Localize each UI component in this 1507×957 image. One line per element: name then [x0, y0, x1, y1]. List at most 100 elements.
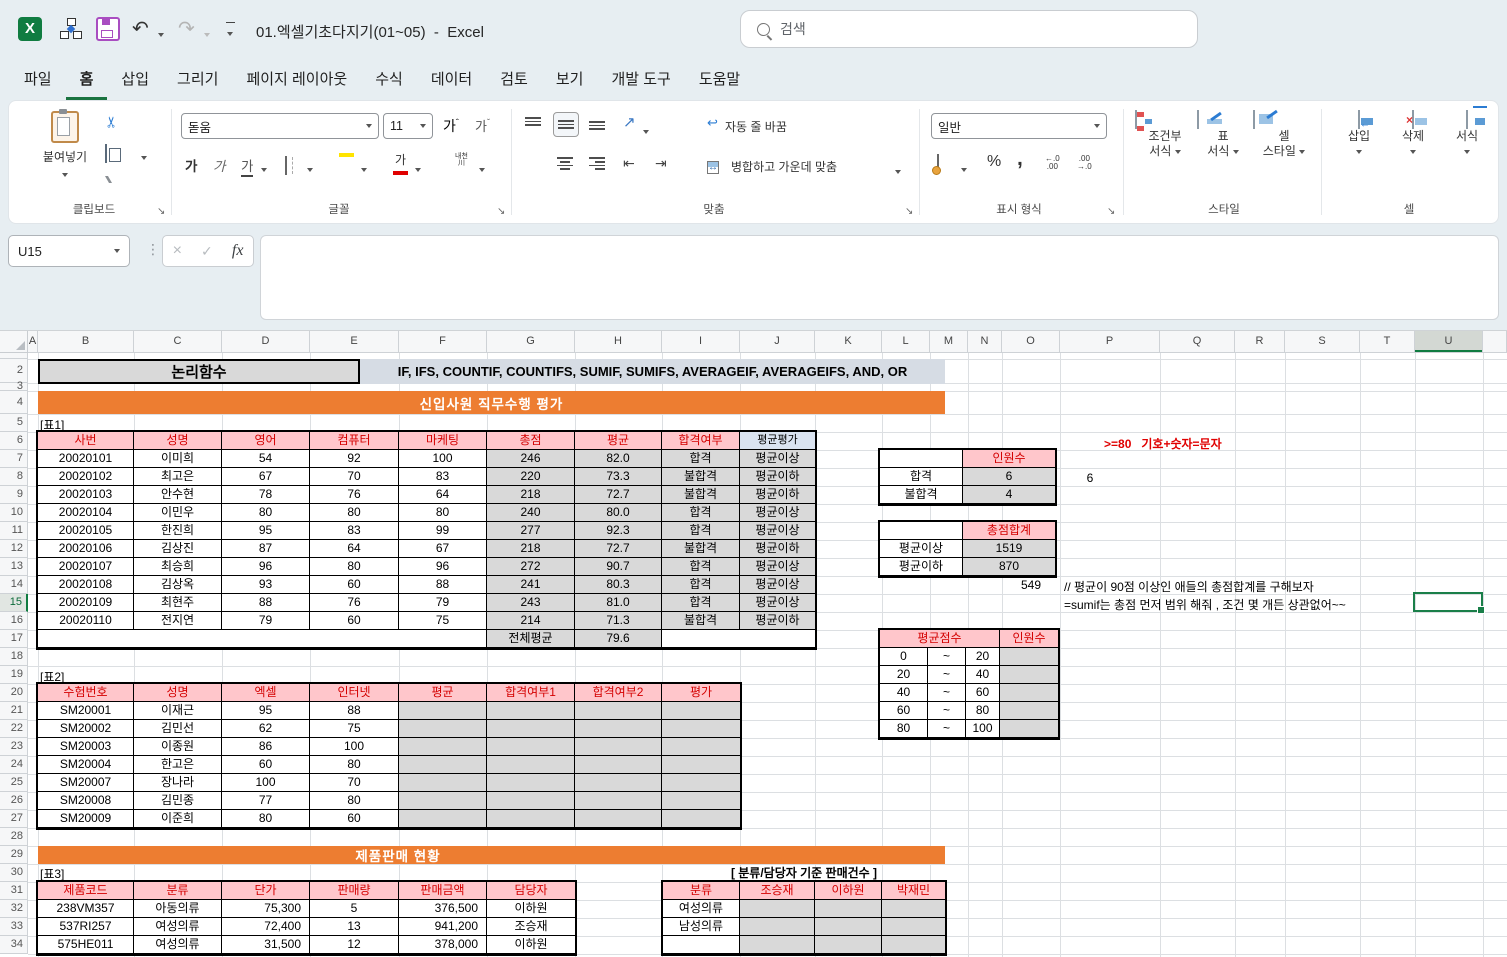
- cell[interactable]: 80: [222, 810, 310, 828]
- header-cell[interactable]: 합격여부1: [487, 684, 575, 702]
- cell[interactable]: 여성의류: [134, 918, 222, 936]
- cell[interactable]: 1519: [963, 540, 1055, 558]
- cell[interactable]: 87: [222, 540, 310, 558]
- header-cell[interactable]: 담당자: [487, 882, 575, 900]
- row-header[interactable]: 30: [0, 864, 28, 882]
- excel-app-icon[interactable]: X: [18, 17, 42, 41]
- cancel-icon[interactable]: ×: [173, 242, 182, 260]
- header-cell[interactable]: 합격여부: [662, 432, 740, 450]
- cell[interactable]: [487, 756, 575, 774]
- cell[interactable]: [487, 792, 575, 810]
- tab-draw[interactable]: 그리기: [163, 60, 232, 100]
- tab-developer[interactable]: 개발 도구: [597, 60, 684, 100]
- cell[interactable]: [1000, 684, 1058, 702]
- cell[interactable]: 합격: [880, 468, 963, 486]
- cell[interactable]: 80: [880, 720, 928, 738]
- cell[interactable]: 5: [310, 900, 399, 918]
- cell[interactable]: [399, 738, 487, 756]
- cell[interactable]: 72.7: [575, 540, 662, 558]
- cell[interactable]: SM20001: [38, 702, 134, 720]
- cell[interactable]: 80: [222, 504, 310, 522]
- percent-style-icon[interactable]: %: [987, 153, 1001, 171]
- row-header[interactable]: 2: [0, 359, 28, 383]
- delete-cells-button[interactable]: × 삭제: [1389, 111, 1437, 159]
- cell[interactable]: 평균이하: [740, 486, 815, 504]
- cell[interactable]: 220: [487, 468, 575, 486]
- cell[interactable]: 77: [222, 792, 310, 810]
- cell[interactable]: 54: [222, 450, 310, 468]
- row-header[interactable]: 23: [0, 738, 28, 756]
- column-header[interactable]: P: [1060, 331, 1160, 353]
- cell[interactable]: 93: [222, 576, 310, 594]
- cell[interactable]: [882, 918, 945, 936]
- cell[interactable]: 여성의류: [134, 936, 222, 954]
- cell[interactable]: 장나라: [134, 774, 222, 792]
- cell[interactable]: 272: [487, 558, 575, 576]
- format-as-table-button[interactable]: 표서식: [1197, 111, 1249, 159]
- sales-count-title[interactable]: [ 분류/담당자 기준 판매건수 ]: [663, 864, 945, 881]
- increase-decimal-icon[interactable]: ←.0 .00: [1045, 155, 1060, 171]
- header-cell[interactable]: 판매금액: [399, 882, 487, 900]
- cell[interactable]: 20020103: [38, 486, 134, 504]
- row-header[interactable]: 6: [0, 432, 28, 450]
- cell[interactable]: 80: [966, 702, 1000, 720]
- copy-icon[interactable]: [105, 145, 107, 163]
- header-cell[interactable]: 마케팅: [399, 432, 487, 450]
- red-annotation[interactable]: >=80 기호+숫자=문자: [1104, 435, 1222, 452]
- cell[interactable]: [662, 738, 740, 756]
- header-cell[interactable]: 인터넷: [310, 684, 399, 702]
- header-cell[interactable]: 평균점수: [880, 630, 1000, 648]
- font-color-icon[interactable]: 가: [393, 151, 408, 175]
- cell[interactable]: 합격: [662, 558, 740, 576]
- column-header[interactable]: N: [968, 331, 1002, 353]
- header-cell[interactable]: 성명: [134, 684, 222, 702]
- enter-icon[interactable]: ✓: [201, 243, 213, 260]
- cell[interactable]: [740, 918, 815, 936]
- cell[interactable]: ~: [928, 684, 966, 702]
- cell[interactable]: 70: [310, 468, 399, 486]
- cell[interactable]: 20020109: [38, 594, 134, 612]
- cell[interactable]: 20020104: [38, 504, 134, 522]
- header-cell[interactable]: 합격여부2: [575, 684, 662, 702]
- shrink-font-icon[interactable]: 가ˇ: [475, 116, 490, 135]
- number-dialog-launcher-icon[interactable]: ↘: [1107, 206, 1115, 217]
- cell[interactable]: [662, 810, 740, 828]
- row-header[interactable]: 33: [0, 918, 28, 936]
- cell[interactable]: 20020107: [38, 558, 134, 576]
- cell[interactable]: [575, 756, 662, 774]
- cell[interactable]: 72.7: [575, 486, 662, 504]
- cell[interactable]: 평균이상: [740, 450, 815, 468]
- cell[interactable]: 합격: [662, 594, 740, 612]
- cell-styles-button[interactable]: 셀스타일: [1253, 111, 1315, 159]
- font-dialog-launcher-icon[interactable]: ↘: [497, 206, 505, 217]
- accounting-caret-icon[interactable]: [961, 161, 967, 179]
- cell[interactable]: 277: [487, 522, 575, 540]
- cell[interactable]: 218: [487, 540, 575, 558]
- cell[interactable]: ~: [928, 666, 966, 684]
- copy-caret-icon[interactable]: [141, 149, 147, 167]
- cell[interactable]: [662, 756, 740, 774]
- cell[interactable]: 80: [310, 756, 399, 774]
- cell[interactable]: [399, 810, 487, 828]
- number-format-combo[interactable]: 일반: [931, 113, 1107, 139]
- cell[interactable]: 243: [487, 594, 575, 612]
- cell[interactable]: 75: [399, 612, 487, 630]
- cell[interactable]: 20020106: [38, 540, 134, 558]
- cell[interactable]: 평균이상: [880, 540, 963, 558]
- cell[interactable]: 평균이상: [740, 576, 815, 594]
- cell[interactable]: [1000, 666, 1058, 684]
- cell[interactable]: 최고은: [134, 468, 222, 486]
- cell[interactable]: 80: [310, 558, 399, 576]
- align-bottom-icon[interactable]: [589, 117, 605, 130]
- row-header[interactable]: 13: [0, 558, 28, 576]
- addin-hierarchy-icon[interactable]: [60, 18, 82, 40]
- cell[interactable]: 80: [310, 792, 399, 810]
- cell[interactable]: 62: [222, 720, 310, 738]
- bold-icon[interactable]: 가: [185, 155, 197, 175]
- header-cell[interactable]: 평가: [662, 684, 740, 702]
- redo-icon[interactable]: ↷: [178, 16, 195, 41]
- decrease-indent-icon[interactable]: ⇤: [623, 155, 635, 172]
- row-header[interactable]: 15: [0, 594, 28, 612]
- header-cell[interactable]: 조승재: [740, 882, 815, 900]
- clipboard-dialog-launcher-icon[interactable]: ↘: [157, 206, 165, 217]
